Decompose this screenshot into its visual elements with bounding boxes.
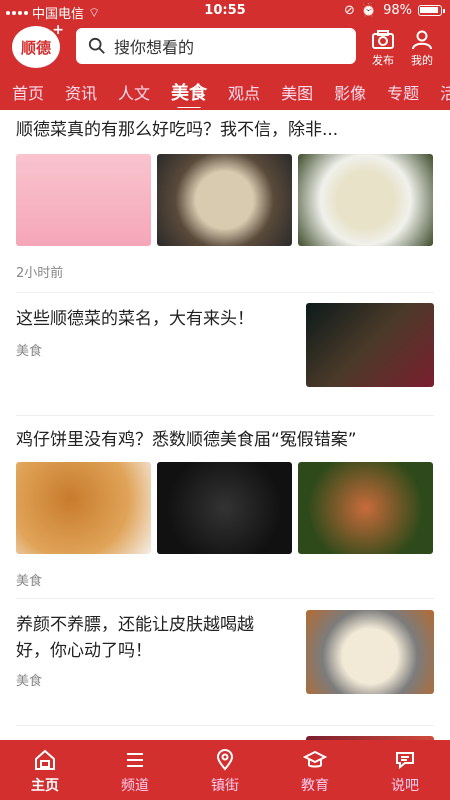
- chat-icon: [396, 752, 414, 770]
- article-image: [306, 610, 434, 694]
- logo-text: 顺德: [20, 38, 51, 57]
- article-card[interactable]: 这些顺德菜的菜名，大有来头！ 美食: [0, 295, 450, 416]
- search-icon: [88, 37, 105, 54]
- divider: [16, 415, 434, 416]
- search-input[interactable]: 搜你想看的: [76, 28, 356, 64]
- alarm-icon: ⏰: [360, 3, 378, 18]
- nav-channels[interactable]: 频道: [90, 740, 180, 800]
- article-image: [157, 462, 292, 554]
- divider: [16, 725, 434, 726]
- article-meta: 美食: [16, 344, 43, 359]
- publish-button[interactable]: 发布: [363, 30, 403, 68]
- article-image: [298, 462, 433, 554]
- article-meta: 美食: [16, 674, 43, 689]
- article-image: [298, 154, 433, 246]
- news-feed: 顺德菜真的有那么好吃吗？我不信，除非... 2小时前 这些顺德菜的菜名，大有来头…: [0, 110, 450, 740]
- tab-photos[interactable]: 美图: [281, 80, 313, 104]
- bottom-nav: 主页 频道 镇街 教育 说吧: [0, 740, 450, 800]
- article-title-line-1: 养颜不养膘，还能让皮肤越喝越: [16, 615, 254, 635]
- header: 中国电信 ⌔ 10:55 ⊘ ⏰ 98% 顺德 + 搜你想看的 发布 我的 首页…: [0, 0, 450, 110]
- article-title: 顺德菜真的有那么好吃吗？我不信，除非...: [16, 120, 339, 140]
- channel-tabs: 首页 资讯 人文 美食 观点 美图 影像 专题 活: [0, 76, 450, 108]
- article-card[interactable]: 养颜不养膘，还能让皮肤越喝越 好，你心动了吗！ 美食: [0, 605, 450, 726]
- divider: [16, 292, 434, 293]
- article-title: 鸡仔饼里没有鸡？悉数顺德美食届“冤假错案”: [16, 430, 357, 450]
- nav-towns[interactable]: 镇街: [180, 740, 270, 800]
- location-icon: [216, 749, 234, 771]
- publish-label: 发布: [372, 54, 394, 67]
- tab-culture[interactable]: 人文: [118, 80, 150, 104]
- tab-more[interactable]: 活: [440, 80, 450, 104]
- article-meta: 美食: [16, 574, 43, 589]
- nav-education[interactable]: 教育: [270, 740, 360, 800]
- logo-plus: +: [52, 22, 64, 38]
- article-image: [16, 154, 151, 246]
- mine-button[interactable]: 我的: [402, 30, 442, 68]
- article-card[interactable]: 鸡仔饼里没有鸡？悉数顺德美食届“冤假错案” 美食: [0, 420, 450, 605]
- status-bar: 中国电信 ⌔ 10:55 ⊘ ⏰ 98%: [0, 0, 450, 22]
- battery-icon: [418, 5, 445, 16]
- camera-icon: [372, 30, 394, 49]
- tab-food[interactable]: 美食: [171, 79, 207, 108]
- menu-icon: [127, 753, 143, 767]
- mine-label: 我的: [411, 54, 433, 67]
- top-bar: 顺德 + 搜你想看的 发布 我的: [0, 22, 450, 72]
- article-title: 这些顺德菜的菜名，大有来头！: [16, 309, 254, 329]
- battery-percent: 98%: [383, 3, 412, 18]
- nav-talk-label: 说吧: [391, 778, 419, 794]
- divider: [16, 598, 434, 599]
- article-image: [157, 154, 292, 246]
- article-image: [16, 462, 151, 554]
- nav-home[interactable]: 主页: [0, 740, 90, 800]
- app-root: 中国电信 ⌔ 10:55 ⊘ ⏰ 98% 顺德 + 搜你想看的 发布 我的 首页…: [0, 0, 450, 800]
- article-image: [306, 303, 434, 387]
- tab-video[interactable]: 影像: [334, 80, 366, 104]
- article-meta: 2小时前: [16, 266, 64, 281]
- nav-channels-label: 频道: [121, 778, 149, 794]
- tab-opinion[interactable]: 观点: [228, 80, 260, 104]
- tab-home[interactable]: 首页: [12, 80, 44, 104]
- graduation-icon: [303, 750, 327, 768]
- tab-news[interactable]: 资讯: [65, 80, 97, 104]
- nav-education-label: 教育: [301, 778, 329, 794]
- app-logo[interactable]: 顺德 +: [12, 22, 64, 68]
- user-icon: [412, 30, 432, 50]
- tab-topics[interactable]: 专题: [387, 80, 419, 104]
- nav-home-label: 主页: [31, 778, 59, 794]
- search-placeholder: 搜你想看的: [114, 38, 195, 57]
- lock-rotation-icon: ⊘: [344, 3, 355, 18]
- article-card-partial[interactable]: [0, 730, 450, 740]
- nav-talk[interactable]: 说吧: [360, 740, 450, 800]
- article-title-line-2: 好，你心动了吗！: [16, 641, 152, 661]
- article-card[interactable]: 顺德菜真的有那么好吃吗？我不信，除非... 2小时前: [0, 110, 450, 300]
- nav-towns-label: 镇街: [211, 778, 239, 794]
- home-icon: [35, 749, 55, 770]
- status-right: ⊘ ⏰ 98%: [344, 3, 445, 18]
